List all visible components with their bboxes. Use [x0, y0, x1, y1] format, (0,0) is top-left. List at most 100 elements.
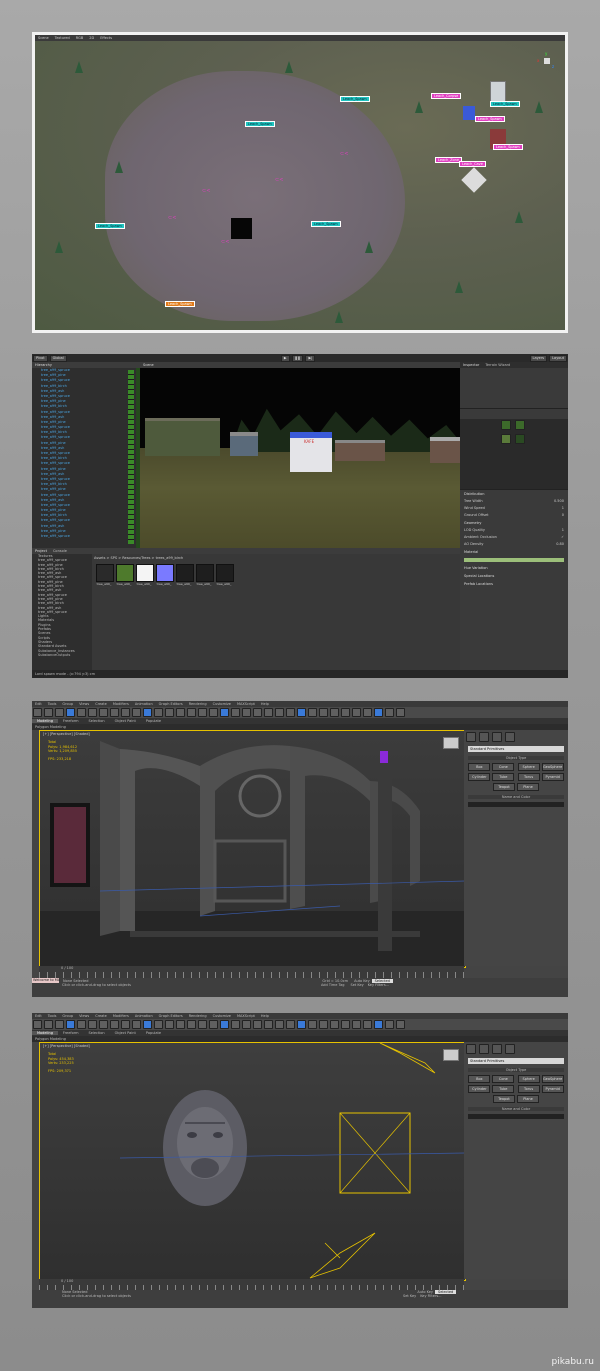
selected-dropdown[interactable]: Selected	[371, 978, 393, 983]
hierarchy-tab-icon[interactable]	[492, 732, 502, 742]
menu-item[interactable]: Group	[59, 1014, 76, 1018]
viewport-perspective[interactable]: [+] [Perspective] [Shaded] Total Polys: …	[39, 730, 466, 968]
toolbar-item[interactable]: Textured	[52, 36, 73, 40]
menu-item[interactable]: Help	[258, 1014, 272, 1018]
asset-thumbnail-icon[interactable]	[196, 564, 214, 582]
layout-dropdown[interactable]: Layout	[549, 354, 567, 362]
menu-item[interactable]: Help	[258, 702, 272, 706]
toolbar-tool-icon[interactable]	[143, 708, 152, 717]
ribbon-tab[interactable]: Object Paint	[110, 719, 141, 723]
toolbar-tool-icon[interactable]	[396, 1020, 405, 1029]
toolbar-tool-icon[interactable]	[341, 708, 350, 717]
asset-thumbnail-icon[interactable]	[216, 564, 234, 582]
teapot-button[interactable]: Teapot	[493, 783, 515, 791]
plane-button[interactable]: Plane	[517, 1095, 539, 1103]
ribbon-tab[interactable]: Modeling	[32, 719, 58, 723]
name-field[interactable]	[468, 802, 564, 807]
inspector-row[interactable]: LOD Quality 1	[460, 527, 568, 534]
pink-marker[interactable]: ⊂<	[340, 151, 348, 157]
pyramid-button[interactable]: Pyramid	[541, 1085, 564, 1093]
texture-grid[interactable]	[460, 419, 568, 490]
cone-button[interactable]: Cone	[492, 1075, 515, 1083]
toolbar-tool-icon[interactable]	[220, 1020, 229, 1029]
set-key-button[interactable]: Set Key	[350, 983, 363, 987]
modify-tab-icon[interactable]	[479, 1044, 489, 1054]
box-button[interactable]: Box	[468, 763, 491, 771]
object-type-header[interactable]: Object Type	[468, 1068, 564, 1072]
asset-tile[interactable]: tree_a99_	[174, 564, 194, 586]
sphere-button[interactable]: Sphere	[517, 1075, 540, 1083]
menu-item[interactable]: Animation	[132, 1014, 156, 1018]
toolbar-tool-icon[interactable]	[88, 1020, 97, 1029]
toolbar-tool-icon[interactable]	[187, 1020, 196, 1029]
geosphere-button[interactable]: GeoSphere	[541, 763, 564, 771]
house-prop[interactable]	[461, 167, 487, 193]
lion-head-model[interactable]	[40, 1043, 465, 1280]
menu-item[interactable]: Modifiers	[110, 1014, 132, 1018]
tab-project[interactable]: Project	[32, 549, 50, 553]
project-folder-item[interactable]: SubstanceOutputs	[32, 653, 90, 657]
toolbar-tool-icon[interactable]	[209, 708, 218, 717]
building-wagon[interactable]	[145, 418, 220, 456]
ribbon-tab[interactable]: Object Paint	[110, 1031, 141, 1035]
asset-tile[interactable]: tree_a99_	[194, 564, 214, 586]
hierarchy-tab-icon[interactable]	[492, 1044, 502, 1054]
asset-tile[interactable]: tree_a99_	[154, 564, 174, 586]
spawn-label[interactable]: Leach_Spawn	[245, 121, 275, 127]
inspector-row[interactable]: Tree Width 0.500	[460, 498, 568, 505]
asset-thumbnail-icon[interactable]	[136, 564, 154, 582]
pink-marker[interactable]: ⊂<	[202, 188, 210, 194]
step-icon[interactable]: ▶|	[305, 354, 316, 362]
motion-tab-icon[interactable]	[505, 732, 515, 742]
ribbon-tab[interactable]: Populate	[141, 719, 166, 723]
torus-button[interactable]: Torus	[517, 773, 540, 781]
tree-thumb-icon[interactable]	[501, 434, 511, 444]
toolbar-tool-icon[interactable]	[264, 1020, 273, 1029]
name-color-header[interactable]: Name and Color	[468, 1107, 564, 1111]
toolbar-tool-icon[interactable]	[99, 1020, 108, 1029]
toolbar-tool-icon[interactable]	[55, 708, 64, 717]
layers-dropdown[interactable]: Layers	[529, 354, 548, 362]
toolbar-tool-icon[interactable]	[352, 1020, 361, 1029]
create-tab-icon[interactable]	[466, 1044, 476, 1054]
toolbar-tool-icon[interactable]	[198, 1020, 207, 1029]
toolbar-tool-icon[interactable]	[297, 1020, 306, 1029]
menu-item[interactable]: Graph Editors	[156, 702, 186, 706]
color-bar[interactable]	[464, 558, 564, 562]
tree-thumb-icon[interactable]	[515, 420, 525, 430]
tube-button[interactable]: Tube	[492, 773, 515, 781]
toolbar-tool-icon[interactable]	[374, 708, 383, 717]
terrain-top-view[interactable]: Leach_Spawn Leach_Spawn Leach_Spawn Leac…	[35, 41, 565, 330]
toolbar-tool-icon[interactable]	[66, 708, 75, 717]
inspector-row[interactable]: Ambient Occlusion ✓	[460, 534, 568, 541]
toolbar-tool-icon[interactable]	[132, 1020, 141, 1029]
spawn-label[interactable]: Leach_Spawn	[490, 101, 520, 107]
toolbar-item[interactable]: Effects	[97, 36, 115, 40]
toolbar-tool-icon[interactable]	[253, 708, 262, 717]
toolbar-tool-icon[interactable]	[55, 1020, 64, 1029]
tab-console[interactable]: Console	[50, 549, 70, 553]
menu-item[interactable]: Create	[92, 702, 110, 706]
toolbar-tool-icon[interactable]	[396, 708, 405, 717]
menu-item[interactable]: Edit	[32, 1014, 45, 1018]
toolbar-tool-icon[interactable]	[275, 1020, 284, 1029]
asset-tile[interactable]: tree_a99_	[214, 564, 234, 586]
building-house[interactable]	[430, 437, 460, 463]
geosphere-button[interactable]: GeoSphere	[541, 1075, 564, 1083]
asset-thumbnail-icon[interactable]	[116, 564, 134, 582]
global-toggle[interactable]: Global	[49, 354, 67, 362]
tree-thumb-icon[interactable]	[501, 420, 511, 430]
inspector-row[interactable]: AO Density 0.80	[460, 541, 568, 548]
toolbar-tool-icon[interactable]	[154, 708, 163, 717]
menu-item[interactable]: MAXScript	[234, 1014, 258, 1018]
toolbar-tool-icon[interactable]	[198, 708, 207, 717]
tree-thumb-icon[interactable]	[515, 434, 525, 444]
menu-item[interactable]: MAXScript	[234, 702, 258, 706]
ribbon-tab[interactable]: Freeform	[58, 1031, 84, 1035]
toolbar-tool-icon[interactable]	[110, 1020, 119, 1029]
toolbar-tool-icon[interactable]	[385, 1020, 394, 1029]
menu-item[interactable]: Edit	[32, 702, 45, 706]
create-tab-icon[interactable]	[466, 732, 476, 742]
pink-marker[interactable]: ⊂<	[221, 239, 229, 245]
toolbar-tool-icon[interactable]	[33, 1020, 42, 1029]
